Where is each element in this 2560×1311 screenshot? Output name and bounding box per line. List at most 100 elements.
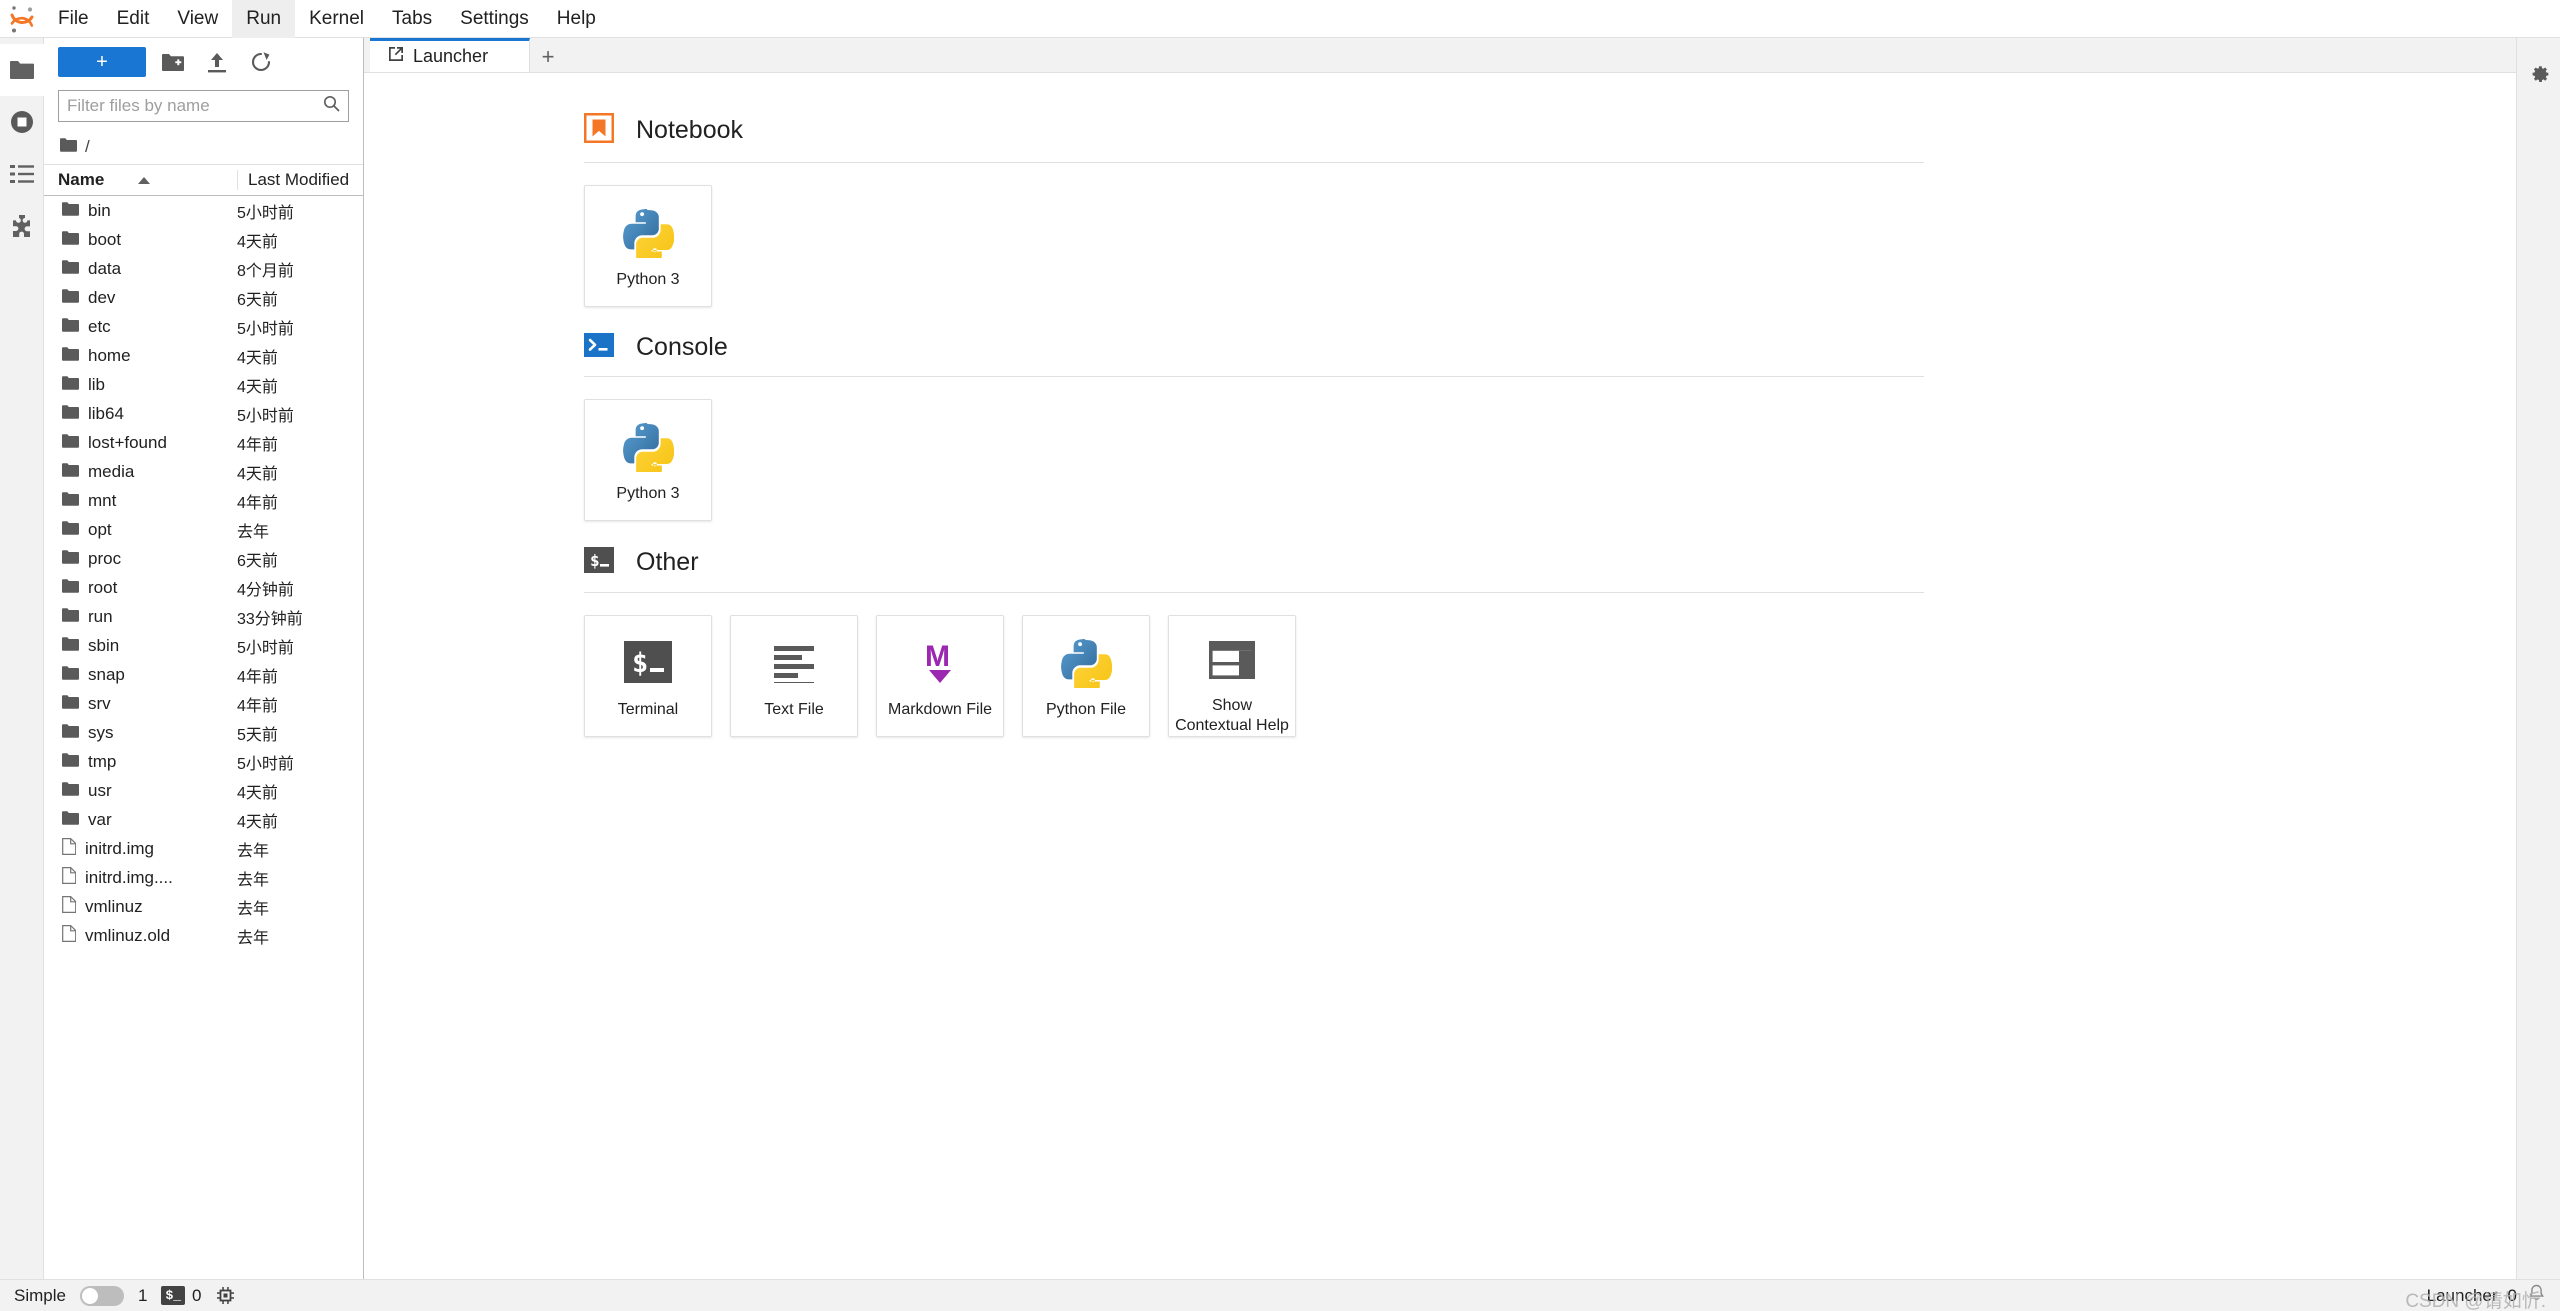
menu-item-edit[interactable]: Edit <box>103 0 164 38</box>
table-row[interactable]: snap4年前 <box>44 660 363 689</box>
table-row[interactable]: sbin5小时前 <box>44 631 363 660</box>
sidebar-item-file-browser[interactable] <box>0 44 44 96</box>
folder-icon <box>62 288 79 308</box>
launcher-card-python-3[interactable]: Python 3 <box>584 399 712 521</box>
card-label: Python 3 <box>610 270 685 290</box>
table-row[interactable]: var4天前 <box>44 805 363 834</box>
new-launcher-button[interactable]: + <box>58 47 146 77</box>
breadcrumb[interactable]: / <box>44 130 363 164</box>
table-row[interactable]: proc6天前 <box>44 544 363 573</box>
upload-icon[interactable] <box>200 45 234 79</box>
bell-icon[interactable] <box>2527 1284 2546 1308</box>
launcher-panel: Notebook Python 3Console Python 3$Other$… <box>364 72 2516 1279</box>
table-row[interactable]: etc5小时前 <box>44 312 363 341</box>
search-input-box[interactable] <box>58 90 349 122</box>
gear-icon[interactable] <box>2517 46 2560 98</box>
column-header-last-modified[interactable]: Last Modified <box>237 170 355 190</box>
table-row[interactable]: home4天前 <box>44 341 363 370</box>
file-browser-panel: + <box>44 38 364 1279</box>
table-row[interactable]: lib645小时前 <box>44 399 363 428</box>
svg-text:$: $ <box>632 648 648 679</box>
table-row[interactable]: data8个月前 <box>44 254 363 283</box>
column-header-name[interactable]: Name <box>58 170 237 190</box>
launcher-card-text-file[interactable]: Text File <box>730 615 858 737</box>
folder-icon <box>62 636 79 656</box>
file-modified: 去年 <box>237 518 355 542</box>
launcher-card-python-3[interactable]: Python 3 <box>584 185 712 307</box>
file-name: lib64 <box>88 404 124 424</box>
menu-item-view[interactable]: View <box>163 0 232 38</box>
file-name: snap <box>88 665 125 685</box>
menu-item-file[interactable]: File <box>44 0 103 38</box>
table-row[interactable]: mnt4年前 <box>44 486 363 515</box>
table-row[interactable]: opt去年 <box>44 515 363 544</box>
section-divider <box>584 162 1924 163</box>
file-modified: 4分钟前 <box>237 576 355 600</box>
cpu-icon[interactable] <box>216 1286 235 1305</box>
file-name: srv <box>88 694 111 714</box>
table-row[interactable]: run33分钟前 <box>44 602 363 631</box>
file-name: lib <box>88 375 105 395</box>
folder-icon <box>62 375 79 395</box>
search-input[interactable] <box>67 96 323 116</box>
menu-item-kernel[interactable]: Kernel <box>295 0 378 38</box>
file-modified: 6天前 <box>237 547 355 571</box>
table-row[interactable]: dev6天前 <box>44 283 363 312</box>
file-modified: 4年前 <box>237 692 355 716</box>
table-row[interactable]: boot4天前 <box>44 225 363 254</box>
main-dock-area: Launcher + Notebook Python 3 Console Pyth… <box>364 38 2516 1279</box>
file-modified: 4天前 <box>237 228 355 252</box>
new-folder-icon[interactable] <box>156 45 190 79</box>
launcher-section-notebook: Notebook Python 3 <box>584 113 1924 307</box>
folder-icon <box>62 752 79 772</box>
terminal-count-item[interactable]: $_ 0 <box>161 1286 201 1306</box>
table-row[interactable]: lib4天前 <box>44 370 363 399</box>
sidebar-item-commands[interactable] <box>0 148 44 200</box>
terminal-icon: $_ <box>161 1286 185 1305</box>
table-row[interactable]: vmlinuz去年 <box>44 892 363 921</box>
kernel-count-item[interactable]: 1 <box>138 1286 147 1306</box>
launcher-card-show-contextual-help[interactable]: Show Contextual Help <box>1168 615 1296 737</box>
card-row: Python 3 <box>584 185 1924 307</box>
section-header-notebook: Notebook <box>584 113 1924 162</box>
sidebar-item-running-sessions[interactable] <box>0 96 44 148</box>
table-row[interactable]: usr4天前 <box>44 776 363 805</box>
section-title: Console <box>636 333 728 362</box>
launcher-card-python-file[interactable]: Python File <box>1022 615 1150 737</box>
sidebar-item-extensions[interactable] <box>0 200 44 252</box>
folder-icon <box>62 781 79 801</box>
table-row[interactable]: sys5天前 <box>44 718 363 747</box>
table-row[interactable]: initrd.img....去年 <box>44 863 363 892</box>
file-icon <box>62 896 76 918</box>
refresh-icon[interactable] <box>244 45 278 79</box>
file-name: home <box>88 346 131 366</box>
table-row[interactable]: srv 4年前 <box>44 689 363 718</box>
launcher-card-markdown-file[interactable]: MMarkdown File <box>876 615 1004 737</box>
table-row[interactable]: media4天前 <box>44 457 363 486</box>
table-row[interactable]: root4分钟前 <box>44 573 363 602</box>
tab-launcher[interactable]: Launcher <box>370 38 530 72</box>
toggle-knob <box>82 1288 98 1304</box>
table-row[interactable]: lost+found4年前 <box>44 428 363 457</box>
table-row[interactable]: tmp5小时前 <box>44 747 363 776</box>
add-tab-button[interactable]: + <box>530 42 566 72</box>
table-row[interactable]: vmlinuz.old去年 <box>44 921 363 950</box>
table-row[interactable]: initrd.img去年 <box>44 834 363 863</box>
notification-count: 0 <box>2508 1286 2517 1306</box>
menu-item-tabs[interactable]: Tabs <box>378 0 446 38</box>
table-row[interactable]: bin5小时前 <box>44 196 363 225</box>
launcher-card-terminal[interactable]: $Terminal <box>584 615 712 737</box>
card-label: Markdown File <box>882 700 998 720</box>
menu-item-run[interactable]: Run <box>232 0 295 38</box>
file-icon <box>62 867 76 889</box>
file-modified: 4天前 <box>237 779 355 803</box>
file-modified: 去年 <box>237 866 355 890</box>
menu-item-settings[interactable]: Settings <box>446 0 543 38</box>
menu-item-help[interactable]: Help <box>543 0 610 38</box>
file-modified: 4天前 <box>237 808 355 832</box>
simple-mode-toggle[interactable] <box>80 1286 124 1306</box>
file-modified: 去年 <box>237 924 355 948</box>
file-name: dev <box>88 288 115 308</box>
folder-icon <box>62 404 79 424</box>
section-title: Notebook <box>636 116 743 145</box>
